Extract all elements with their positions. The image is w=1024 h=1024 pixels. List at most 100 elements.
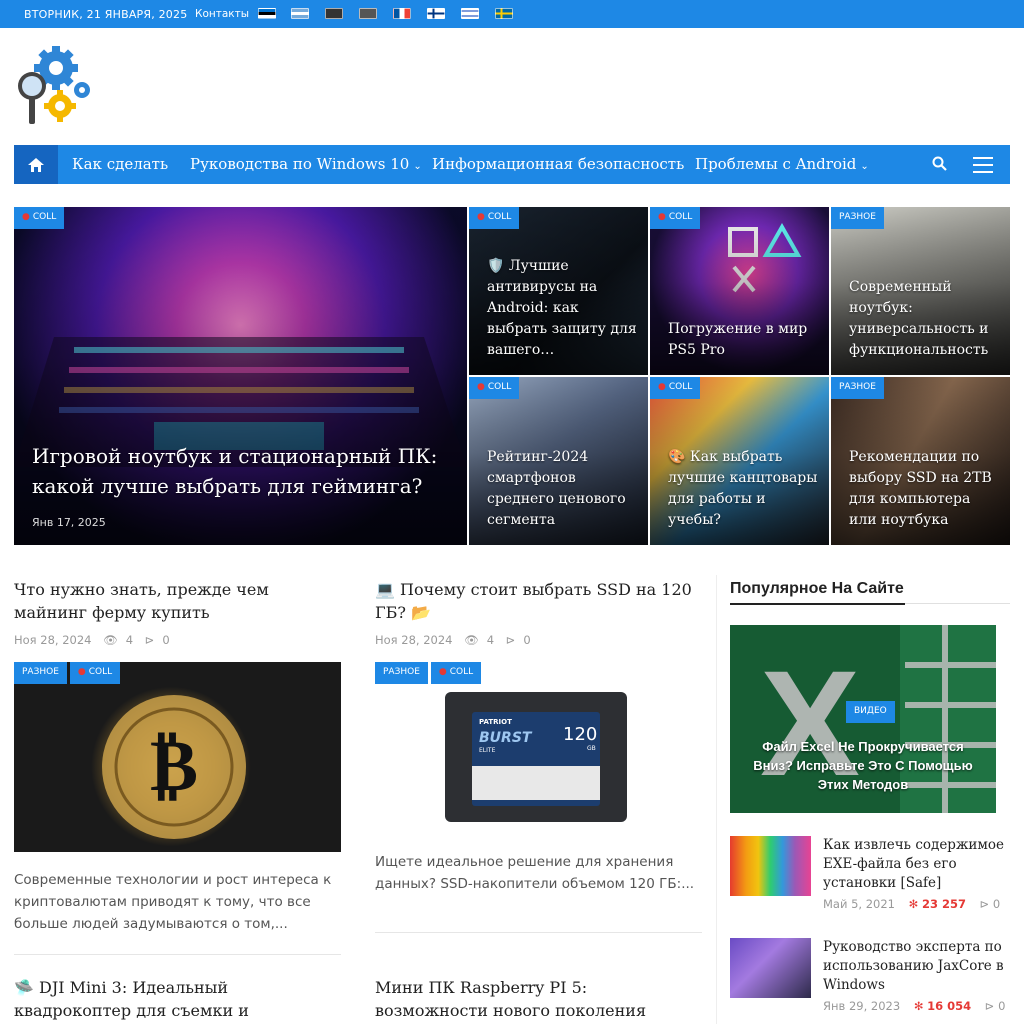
category-badge[interactable]: РАЗНОЕ	[375, 662, 428, 684]
flag-france-icon[interactable]	[393, 8, 411, 19]
hero-tile[interactable]: РАЗНОЕ Современный ноутбук: универсально…	[831, 207, 1010, 375]
sidebar-featured-post[interactable]: X ВИДЕО Файл Excel Не Прокручивается Вни…	[730, 625, 996, 813]
flag-finland-icon[interactable]	[427, 8, 445, 19]
flag-usa-icon[interactable]	[359, 8, 377, 19]
flag-antigua-icon[interactable]	[325, 8, 343, 19]
badge-label: COLL	[487, 212, 512, 222]
pin-icon: ●	[477, 382, 485, 392]
share-icon: ⊳	[144, 633, 155, 647]
post-date: Янв 17, 2025	[32, 516, 106, 529]
category-badge[interactable]: ● COLL	[469, 377, 520, 399]
category-badge[interactable]: ● COLL	[469, 207, 520, 229]
site-logo[interactable]	[14, 44, 94, 126]
nav-item-android[interactable]: Проблемы с Android ⌄	[695, 155, 869, 173]
sidebar-list-item[interactable]: Руководство эксперта по использованию Ja…	[730, 938, 1012, 1018]
share-count: 0	[523, 633, 531, 647]
eye-icon: 👁︎	[103, 633, 118, 647]
hero-tile-title[interactable]: 🛡️ Лучшие антивирусы на Android: как выб…	[487, 256, 638, 361]
view-count: 4	[486, 633, 495, 647]
category-badge[interactable]: ● COLL	[14, 207, 65, 229]
home-icon	[28, 157, 44, 172]
hero-tile-title[interactable]: Рекомендации по выбору SSD на 2TB для ко…	[849, 447, 1000, 531]
category-badge[interactable]: ● COLL	[650, 207, 701, 229]
post-date: Май 5, 2021	[823, 897, 895, 911]
post-excerpt: Ищете идеальное решение для хранения дан…	[375, 854, 695, 892]
category-badge[interactable]: ● COLL	[430, 662, 482, 684]
divider	[375, 932, 702, 933]
badge-label: COLL	[668, 382, 693, 392]
nav-item-how-to[interactable]: Как сделать	[72, 155, 168, 173]
nav-item-label: Информационная безопасность	[432, 155, 685, 173]
hero-tile-title[interactable]: Погружение в мир PS5 Pro	[668, 319, 819, 361]
nav-item-infosec[interactable]: Информационная безопасность	[432, 155, 684, 173]
badge-label: COLL	[449, 667, 474, 677]
post-title[interactable]: 🛸 DJI Mini 3: Идеальный квадрокоптер для…	[14, 976, 341, 1022]
sidebar-heading-underline	[730, 603, 1010, 605]
post-title[interactable]: Что нужно знать, прежде чем майнинг ферм…	[14, 578, 341, 624]
pin-icon: ●	[658, 212, 666, 222]
chevron-down-icon: ⌄	[860, 161, 869, 172]
flag-sweden-icon[interactable]	[495, 8, 513, 19]
post-card: 🛸 DJI Mini 3: Идеальный квадрокоптер для…	[14, 976, 341, 1022]
badge-label: РАЗНОЕ	[839, 382, 876, 392]
share-icon: ⊳	[979, 897, 990, 911]
hero-tile-title[interactable]: Современный ноутбук: универсальность и ф…	[849, 277, 1000, 361]
hero-tile[interactable]: ● COLL Рейтинг-2024 смартфонов среднего ц…	[469, 377, 648, 545]
hero-tile-title[interactable]: 🎨 Как выбрать лучшие канцтовары для рабо…	[668, 447, 819, 531]
badge-label: COLL	[88, 667, 113, 677]
hero-title[interactable]: Игровой ноутбук и стационарный ПК: какой…	[32, 441, 449, 501]
category-badge[interactable]: РАЗНОЕ	[831, 377, 884, 399]
category-badge[interactable]: ● COLL	[69, 662, 121, 684]
flag-israel-icon[interactable]	[461, 8, 479, 19]
home-button[interactable]	[14, 145, 58, 184]
post-image[interactable]: ₿ РАЗНОЕ ● COLL	[14, 662, 341, 852]
share-count: 0	[998, 999, 1006, 1013]
category-badge[interactable]: ● COLL	[650, 377, 701, 399]
flag-argentina-icon[interactable]	[291, 8, 309, 19]
sidebar-featured-title[interactable]: Файл Excel Не Прокручивается Вниз? Испра…	[750, 737, 976, 794]
flag-estonia-icon[interactable]	[258, 8, 276, 19]
search-button[interactable]	[932, 156, 947, 175]
chevron-down-icon: ⌄	[413, 161, 422, 172]
share-icon: ⊳	[505, 633, 516, 647]
svg-text:₿: ₿	[150, 722, 198, 807]
ssd-drive-illustration: PATRIOT BURST ELITE 120 GB	[445, 692, 627, 822]
divider	[14, 954, 341, 955]
view-count: 4	[125, 633, 134, 647]
hero-featured-post[interactable]: ● COLL Игровой ноутбук и стационарный ПК:…	[14, 207, 467, 545]
ssd-unit: GB	[587, 745, 596, 752]
post-title[interactable]: Мини ПК Raspberry PI 5: возможности ново…	[375, 976, 702, 1022]
hero-tile-title[interactable]: Рейтинг-2024 смартфонов среднего ценовог…	[487, 447, 638, 531]
hero-tile[interactable]: ● COLL 🛡️ Лучшие антивирусы на Android: к…	[469, 207, 648, 375]
post-title[interactable]: 💻 Почему стоит выбрать SSD на 120 ГБ? 📂	[375, 578, 702, 624]
hero-tile[interactable]: ● COLL Погружение в мир PS5 Pro	[650, 207, 829, 375]
post-excerpt: Современные технологии и рост интереса к…	[14, 872, 332, 932]
category-badge[interactable]: РАЗНОЕ	[831, 207, 884, 229]
post-meta: Янв 29, 2023 ✻ 16 054 ⊳ 0	[823, 999, 1005, 1013]
post-image[interactable]: PATRIOT BURST ELITE 120 GB РАЗНОЕ ● COLL	[375, 662, 702, 834]
hit-count: 23 257	[921, 897, 966, 911]
category-badge[interactable]: ВИДЕО	[846, 701, 895, 723]
category-badge[interactable]: РАЗНОЕ	[14, 662, 67, 684]
ssd-subtitle: ELITE	[479, 747, 496, 754]
share-count: 0	[162, 633, 170, 647]
post-meta: Ноя 28, 2024 👁︎ 4 ⊳ 0	[14, 633, 341, 647]
post-thumbnail[interactable]	[730, 938, 811, 998]
sidebar-list-item[interactable]: Как извлечь содержимое EXE-файла без его…	[730, 836, 1012, 916]
menu-button[interactable]	[973, 157, 993, 173]
contacts-link[interactable]: Контакты	[195, 8, 249, 20]
bitcoin-illustration: ₿	[102, 695, 246, 839]
hero-tile[interactable]: ● COLL 🎨 Как выбрать лучшие канцтовары дл…	[650, 377, 829, 545]
nav-item-label: Руководства по Windows 10	[190, 155, 410, 173]
badge-label: COLL	[487, 382, 512, 392]
badge-label: COLL	[32, 212, 57, 222]
post-date: Янв 29, 2023	[823, 999, 901, 1013]
sidebar-item-title[interactable]: Руководство эксперта по использованию Ja…	[823, 938, 1012, 995]
nav-item-label: Проблемы с Android	[695, 155, 857, 173]
sidebar-item-title[interactable]: Как извлечь содержимое EXE-файла без его…	[823, 836, 1012, 893]
nav-item-windows-guides[interactable]: Руководства по Windows 10 ⌄	[190, 155, 422, 173]
hero-tile[interactable]: РАЗНОЕ Рекомендации по выбору SSD на 2TB…	[831, 377, 1010, 545]
post-thumbnail[interactable]	[730, 836, 811, 896]
fire-icon: ✻	[908, 897, 919, 911]
share-count: 0	[992, 897, 1001, 911]
